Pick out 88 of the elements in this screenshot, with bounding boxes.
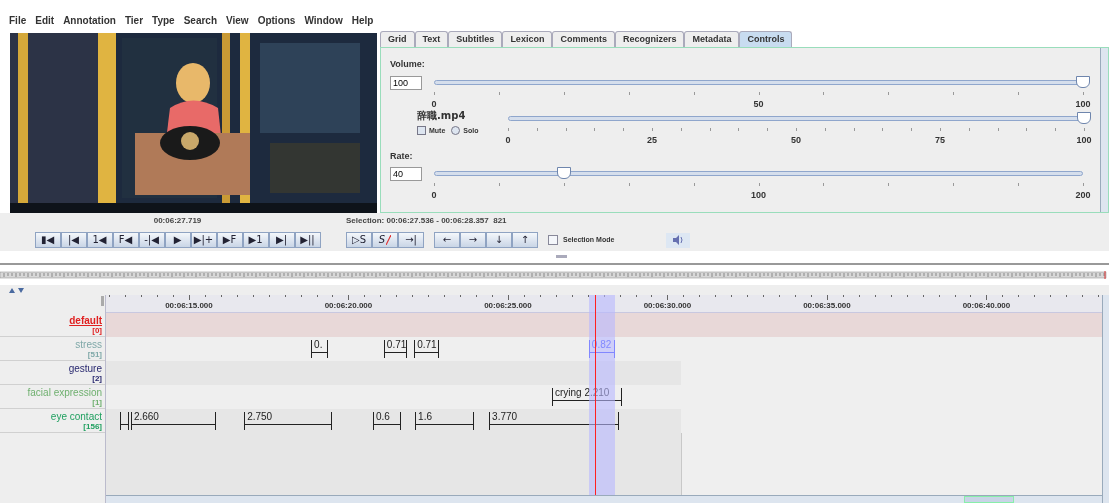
solo-radio[interactable] [451, 126, 461, 136]
player-button[interactable]: ▷S [346, 232, 372, 248]
menu-item[interactable]: Search [183, 13, 218, 28]
player-button[interactable]: ▶|| [294, 232, 321, 248]
overview-ruler-drawing[interactable] [0, 271, 1109, 279]
volume-field[interactable]: 100 [390, 75, 422, 90]
mute-checkbox[interactable] [417, 126, 426, 136]
annotation[interactable]: 0.6 [373, 412, 401, 430]
tab[interactable]: Grid [380, 31, 415, 47]
annotation[interactable] [120, 412, 129, 430]
tick-label: 100 [751, 189, 766, 202]
time-label: 00:06:20.000 [324, 300, 373, 312]
player-button[interactable]: |◀ [60, 232, 87, 248]
player-button[interactable]: ↓ [486, 232, 512, 248]
tick-label: 0 [431, 189, 437, 202]
player-button[interactable]: →| [398, 232, 424, 248]
tab[interactable]: Subtitles [448, 31, 503, 47]
player-button[interactable]: ▶F [216, 232, 243, 248]
vertical-scrollbar[interactable] [1100, 48, 1108, 212]
player-button[interactable]: ▶ [164, 232, 191, 248]
tab[interactable]: Text [414, 31, 449, 47]
menu-item[interactable]: Options [257, 13, 296, 28]
time-label: 00:06:15.000 [165, 300, 213, 312]
annotation-count: [51] [87, 349, 102, 359]
slider-thumb[interactable] [556, 167, 571, 179]
menu-item[interactable]: Annotation [63, 13, 116, 28]
annotation-count: [2] [92, 373, 102, 383]
menu-item[interactable]: View [226, 13, 249, 28]
tick-label: 25 [647, 133, 657, 147]
menu-item[interactable]: Type [152, 13, 175, 28]
tick-label: 0 [431, 97, 437, 110]
player-button[interactable]: S [372, 232, 398, 248]
tick-label: 100 [1075, 97, 1091, 111]
annotation-count: [0] [92, 325, 102, 335]
slash-icon [386, 235, 392, 245]
annotation[interactable]: 2.660 [130, 412, 216, 430]
media-file-label: 辞職.mp4 [417, 109, 466, 122]
tab[interactable]: Controls [739, 31, 793, 47]
collapse-arrows-icon[interactable] [9, 287, 25, 293]
volume-label: Volume: [390, 58, 426, 71]
tab[interactable]: Comments [552, 31, 615, 47]
tick-label: 0 [505, 133, 511, 147]
annotation[interactable]: 1.6 [415, 412, 475, 430]
current-time: 00:06:27.719 [153, 215, 202, 227]
tick-label: 200 [1075, 189, 1091, 202]
tick-label: 100 [1076, 133, 1092, 147]
menu-item[interactable]: File [9, 13, 27, 28]
player-button[interactable]: 1◀ [86, 232, 113, 248]
time-label: 00:06:30.000 [643, 300, 692, 312]
time-label: 00:06:35.000 [803, 300, 851, 312]
vertical-scrollbar[interactable] [1102, 295, 1109, 503]
player-button[interactable]: ▶| [268, 232, 295, 248]
annotation[interactable]: 2.750 [244, 412, 332, 430]
player-button[interactable]: F◀ [112, 232, 139, 248]
tier-name[interactable]: gesture [68, 362, 102, 374]
annotation[interactable]: 0.71 [383, 340, 408, 358]
player-button[interactable]: ▮◀ [34, 232, 61, 248]
menu-item[interactable]: Window [304, 13, 343, 28]
tab[interactable]: Recognizers [614, 31, 685, 47]
rate-label: Rate: [390, 149, 414, 163]
player-button[interactable]: ▶|+ [190, 232, 217, 248]
annotation-count: [1] [92, 397, 102, 407]
tick-label: 75 [935, 133, 945, 147]
tab[interactable]: Lexicon [502, 31, 553, 47]
selection-mode-checkbox[interactable] [548, 235, 558, 245]
annotation[interactable]: 0.71 [414, 340, 439, 358]
player-button[interactable]: ↑ [512, 232, 538, 248]
menu-item[interactable]: Help [351, 13, 374, 28]
tier-name[interactable]: default [69, 314, 102, 326]
tick-label: 50 [791, 133, 801, 147]
annotation-count: [156] [83, 421, 102, 431]
slider-thumb[interactable] [1076, 75, 1090, 88]
time-label: 00:06:25.000 [484, 300, 532, 312]
tick-label: 50 [753, 97, 764, 111]
player-button[interactable]: ▶1 [242, 232, 269, 248]
horizontal-scrollbar[interactable] [106, 495, 1102, 503]
tab[interactable]: Metadata [684, 31, 740, 47]
player-button[interactable]: -|◀ [138, 232, 165, 248]
rate-field[interactable]: 40 [390, 167, 422, 181]
menu-item[interactable]: Edit [35, 13, 55, 28]
volume-icon[interactable] [666, 232, 691, 248]
player-button[interactable]: → [460, 232, 486, 248]
annotation[interactable]: 0. [311, 340, 328, 358]
slider-thumb[interactable] [1077, 111, 1091, 124]
selection-info: Selection: 00:06:27.536 - 00:06:28.357 821 [346, 215, 508, 227]
menu-item[interactable]: Tier [124, 13, 144, 28]
player-button[interactable]: ← [434, 232, 460, 248]
time-label: 00:06:40.000 [962, 300, 1011, 312]
